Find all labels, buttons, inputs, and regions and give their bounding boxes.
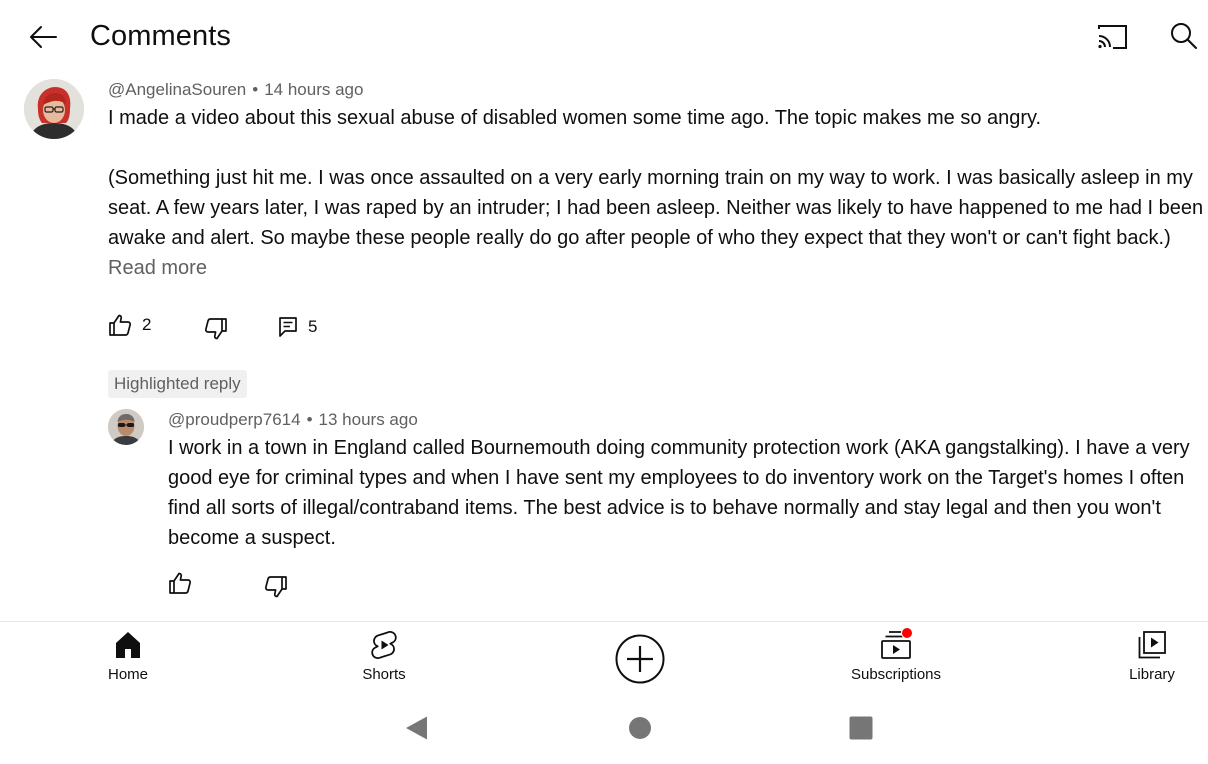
arrow-left-icon xyxy=(30,26,57,48)
highlighted-reply-badge: Highlighted reply xyxy=(108,370,247,398)
comment-paragraph: I made a video about this sexual abuse o… xyxy=(108,107,1042,129)
comment-meta: @AngelinaSouren • 14 hours ago xyxy=(108,80,363,100)
reply-line: find all sorts of illegal/contraband ite… xyxy=(168,497,1161,519)
shorts-icon xyxy=(371,631,397,659)
subscriptions-icon-wrap xyxy=(879,627,913,660)
square-recents-icon xyxy=(849,716,873,740)
page-title: Comments xyxy=(90,20,231,52)
reply-line: good eye for criminal types and when I h… xyxy=(168,467,1185,489)
thumb-up-icon xyxy=(169,572,192,594)
reply-avatar[interactable] xyxy=(108,409,144,445)
reply-count: 5 xyxy=(308,317,318,336)
avatar-image xyxy=(24,79,84,139)
thumb-up-icon xyxy=(109,314,132,336)
avatar[interactable] xyxy=(24,79,84,139)
top-app-bar: Comments xyxy=(0,0,1208,72)
nav-subscriptions[interactable]: Subscriptions xyxy=(836,627,956,683)
reply-text: I work in a town in England called Bourn… xyxy=(168,433,1190,553)
cast-button[interactable] xyxy=(1092,18,1132,56)
add-circle-icon xyxy=(615,634,665,684)
reply-time: 13 hours ago xyxy=(318,410,418,429)
comment-text-continued: (Something just hit me. I was once assau… xyxy=(108,163,1203,253)
nav-library-label: Library xyxy=(1129,666,1175,683)
reply-meta: @proudperp7614 • 13 hours ago xyxy=(168,410,418,430)
nav-shorts[interactable]: Shorts xyxy=(324,630,444,683)
library-icon xyxy=(1138,631,1166,659)
bottom-navigation: Home Shorts Subscriptions Library xyxy=(0,621,1208,691)
comment-list: @AngelinaSouren • 14 hours ago I made a vi… xyxy=(0,72,1208,621)
nav-home-label: Home xyxy=(107,666,148,683)
reply-dislike-button[interactable] xyxy=(264,576,288,598)
replies-button[interactable]: 5 xyxy=(278,316,317,338)
thumb-down-icon xyxy=(264,576,287,598)
reply-author[interactable]: @proudperp7614 xyxy=(168,410,301,429)
meta-separator: • xyxy=(252,80,259,99)
cast-icon xyxy=(1098,25,1127,49)
nav-shorts-label: Shorts xyxy=(362,666,406,683)
comment-icon xyxy=(279,317,297,337)
avatar-image xyxy=(108,409,144,445)
system-recents-button[interactable] xyxy=(847,714,875,742)
meta-separator: • xyxy=(306,410,313,429)
triangle-back-icon xyxy=(406,716,427,740)
search-button[interactable] xyxy=(1164,16,1204,56)
system-back-button[interactable] xyxy=(402,714,430,742)
create-button[interactable] xyxy=(614,633,666,685)
reply-line: become a suspect. xyxy=(168,527,336,549)
system-navigation-bar xyxy=(0,692,1208,764)
circle-home-icon xyxy=(629,717,651,739)
comment-line: (Something just hit me. I was once assau… xyxy=(108,167,1193,189)
comment-text: I made a video about this sexual abuse o… xyxy=(108,103,1041,133)
reply-line: I work in a town in England called Bourn… xyxy=(168,437,1190,459)
nav-home[interactable]: Home xyxy=(68,630,188,683)
dislike-button[interactable] xyxy=(204,318,228,340)
comment-line: awake and alert. So maybe these people r… xyxy=(108,227,1171,249)
read-more-link[interactable]: Read more xyxy=(108,253,207,283)
home-icon xyxy=(116,632,140,658)
comment-time: 14 hours ago xyxy=(264,80,364,99)
back-button[interactable] xyxy=(24,18,62,56)
comment-author[interactable]: @AngelinaSouren xyxy=(108,80,246,99)
like-button[interactable]: 2 xyxy=(108,314,151,336)
thumb-down-icon xyxy=(204,318,227,340)
notification-dot xyxy=(901,627,913,639)
system-home-button[interactable] xyxy=(626,714,654,742)
search-icon xyxy=(1171,23,1197,49)
nav-subscriptions-label: Subscriptions xyxy=(850,666,942,683)
reply-like-button[interactable] xyxy=(168,572,192,594)
nav-library[interactable]: Library xyxy=(1092,630,1208,683)
like-count: 2 xyxy=(142,315,152,334)
comment-line: seat. A few years later, I was raped by … xyxy=(108,197,1204,219)
